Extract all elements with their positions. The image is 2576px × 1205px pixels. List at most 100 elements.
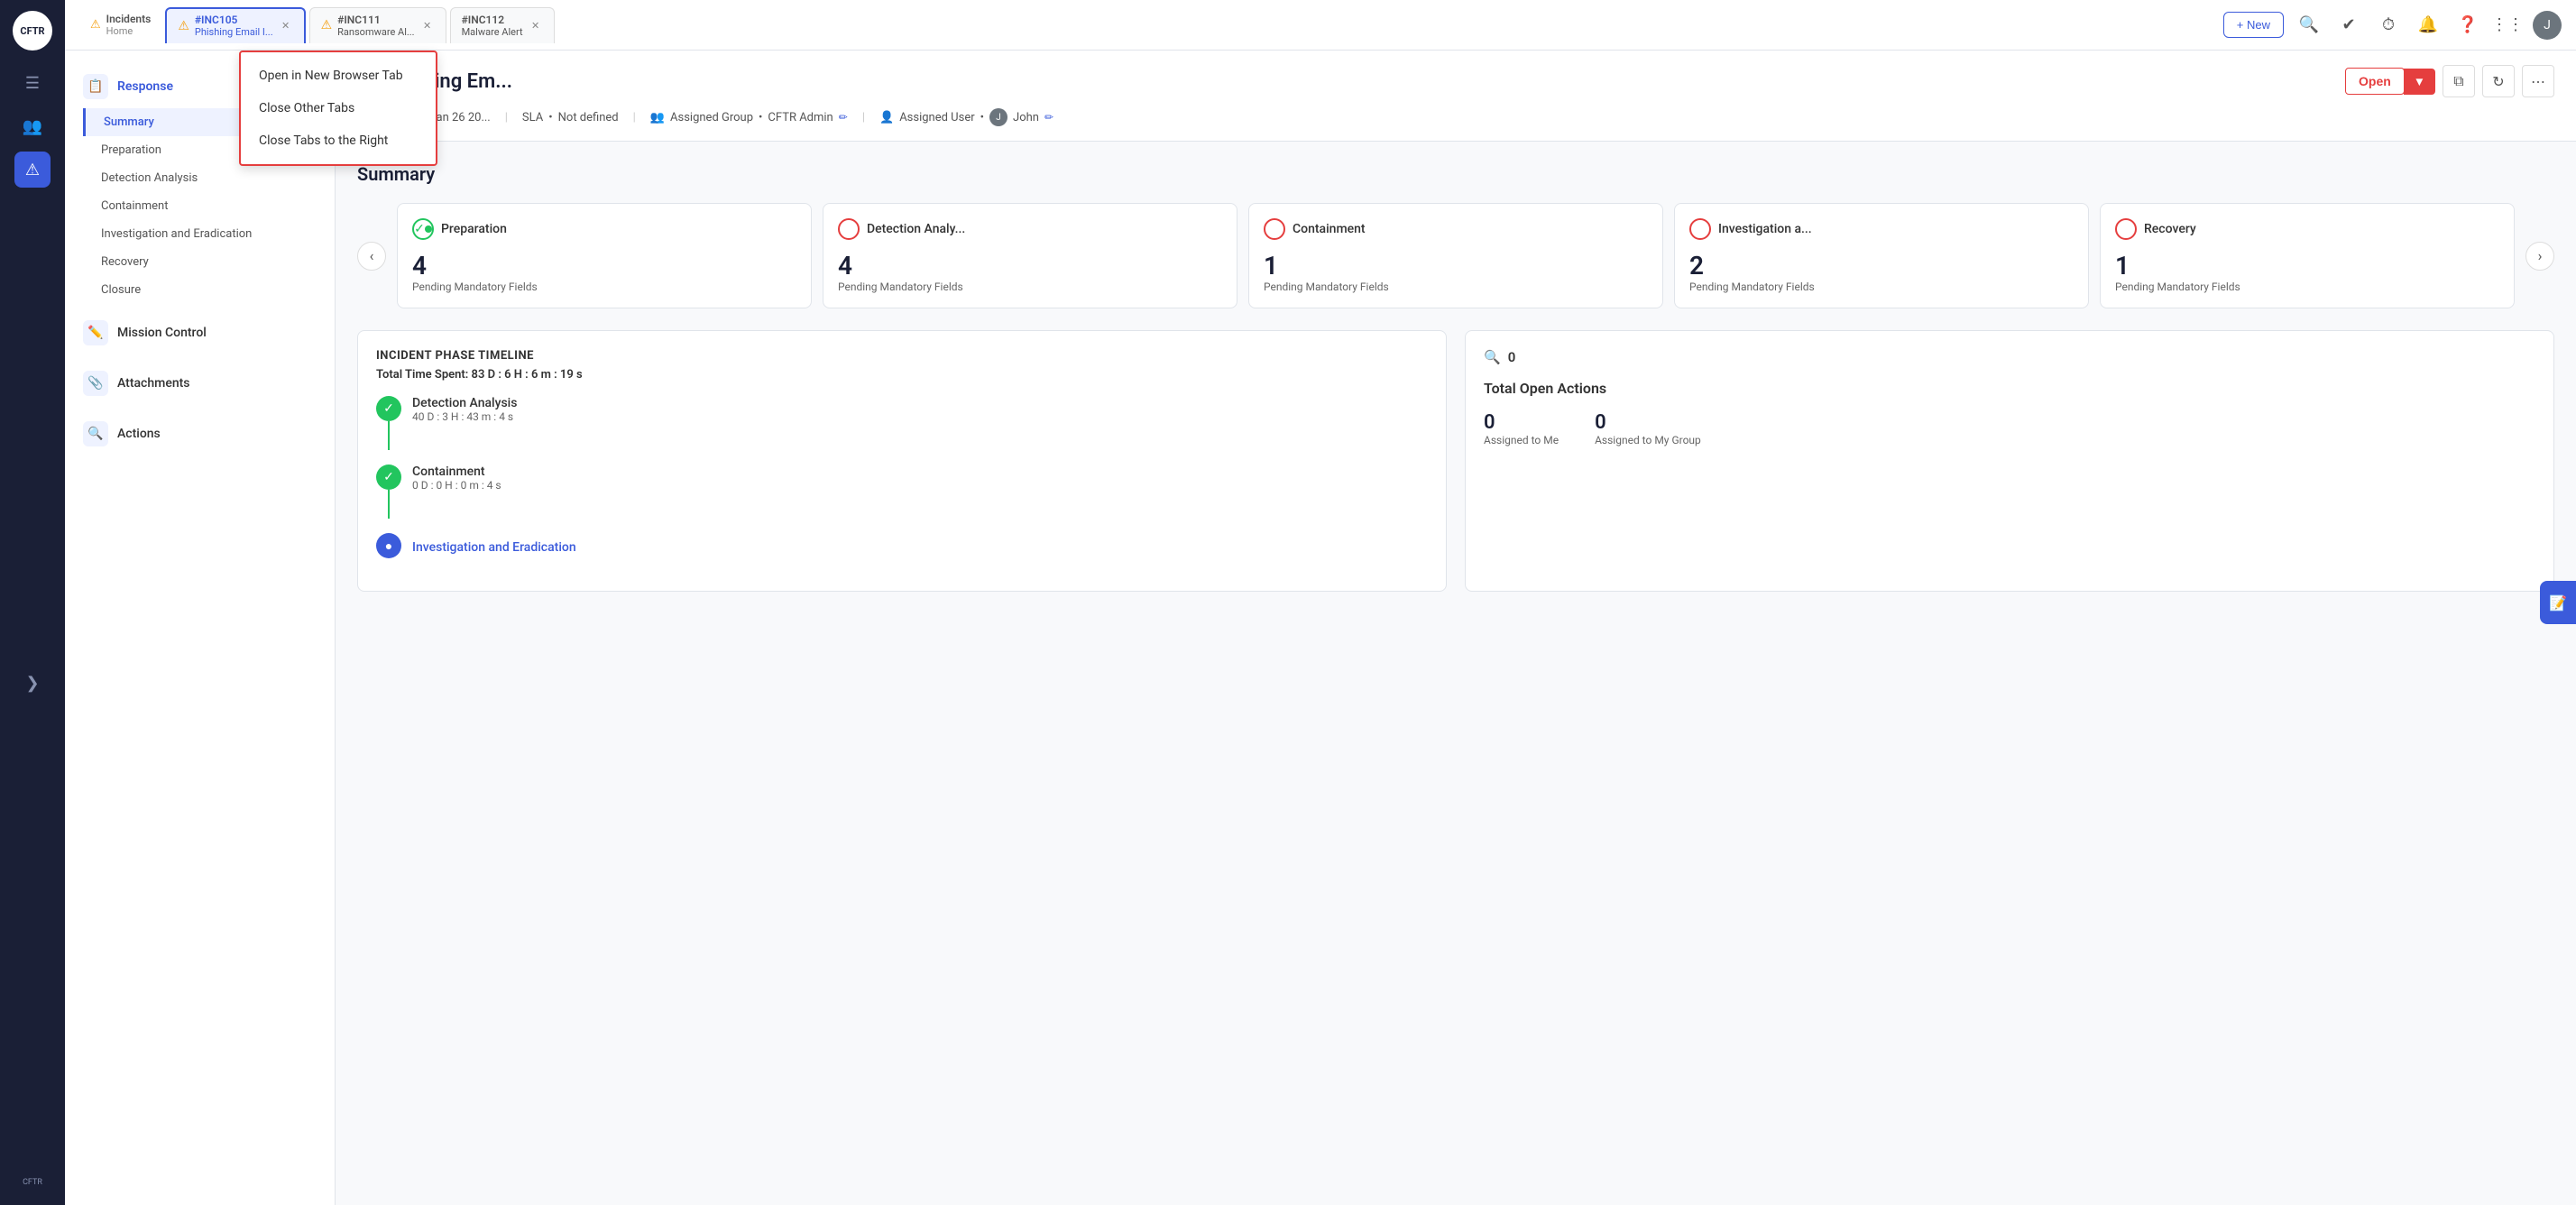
grid-icon[interactable]: ⋮⋮ (2493, 11, 2522, 40)
timeline-item-detection: ✓ Detection Analysis 40 D : 3 H : 43 m :… (376, 396, 1428, 450)
scroll-content: Summary ‹ ✓ Preparation 4 (336, 142, 2576, 1205)
meta-group-value: CFTR Admin (768, 111, 833, 124)
page-title: Phishing Em... (384, 70, 2334, 93)
phase-circle-investigation (1689, 218, 1711, 240)
assigned-to-group: 0 Assigned to My Group (1595, 411, 1701, 446)
timeline-title: INCIDENT PHASE TIMELINE (376, 349, 1428, 363)
phase-detection-label: Detection Analy... (867, 222, 965, 236)
nav-item-investigation[interactable]: Investigation and Eradication (83, 220, 335, 248)
tab-warning-icon: ⚠ (178, 19, 189, 33)
timeline-total-label: Total Time Spent: (376, 368, 468, 382)
meta-user-value: John (1013, 111, 1039, 124)
attachments-icon: 📎 (83, 371, 108, 396)
status-dropdown-button[interactable]: ▼ (2404, 69, 2435, 95)
check-icon[interactable]: ✔ (2334, 11, 2363, 40)
group-edit-icon[interactable]: ✏ (839, 111, 848, 124)
header-more-button[interactable]: ⋯ (2522, 65, 2554, 97)
tab-inc112-close[interactable]: ✕ (529, 18, 543, 32)
nav-response-label: Response (117, 79, 173, 94)
phase-recovery-label: Recovery (2144, 222, 2196, 236)
bottom-grid: INCIDENT PHASE TIMELINE Total Time Spent… (357, 330, 2554, 592)
tab-home-title: Incidents (106, 13, 152, 25)
phase-card-containment: Containment 1 Pending Mandatory Fields (1248, 203, 1663, 308)
carousel-next-button[interactable]: › (2525, 242, 2554, 271)
meta-assigned-user: 👤 Assigned User • J John ✏ (879, 108, 1053, 126)
phase-card-preparation-header: ✓ Preparation (412, 218, 796, 240)
timeline-detection-title: Detection Analysis (412, 396, 517, 410)
help-icon[interactable]: ❓ (2453, 11, 2482, 40)
timeline-containment-time: 0 D : 0 H : 0 m : 4 s (412, 479, 501, 492)
phase-recovery-count: 1 (2115, 251, 2499, 281)
meta-user-label: Assigned User (899, 111, 974, 124)
context-menu-close-other-tabs[interactable]: Close Other Tabs (241, 92, 436, 124)
actions-assigned-row: 0 Assigned to Me 0 Assigned to My Group (1484, 411, 2535, 446)
phase-card-recovery: Recovery 1 Pending Mandatory Fields (2100, 203, 2515, 308)
tab-inc105[interactable]: ⚠ #INC105 Phishing Email I... ✕ (165, 7, 305, 43)
nav-attachments-label: Attachments (117, 376, 189, 391)
timeline-total-value: 83 D : 6 H : 6 m : 19 s (472, 368, 583, 382)
page-sidebar: 📋 Response Summary Preparation Detection… (65, 51, 336, 1205)
tab-inc111-close[interactable]: ✕ (420, 18, 435, 32)
home-warning-icon: ⚠ (90, 18, 101, 32)
float-panel: 📝 (2540, 581, 2576, 624)
phase-card-recovery-header: Recovery (2115, 218, 2499, 240)
meta-sla-value: Not defined (558, 111, 619, 124)
sidebar-bottom-icon[interactable]: ❯ (14, 665, 51, 701)
nav-item-containment[interactable]: Containment (83, 192, 335, 220)
nav-mission-header[interactable]: ✏️ Mission Control (65, 311, 335, 354)
timeline-dot-detection: ✓ (376, 396, 401, 421)
tab-inc105-label: Phishing Email I... (195, 26, 273, 38)
nav-section-attachments: 📎 Attachments (65, 362, 335, 405)
tab-inc112[interactable]: #INC112 Malware Alert ✕ (450, 7, 555, 43)
sidebar-menu-icon[interactable]: ☰ (14, 65, 51, 101)
response-icon: 📋 (83, 74, 108, 99)
meta-row: 📅 Opened • Jan 26 20... | SLA • Not defi… (357, 108, 2554, 126)
user-avatar[interactable]: J (2533, 11, 2562, 40)
search-icon[interactable]: 🔍 (2295, 11, 2323, 40)
float-notes-icon[interactable]: 📝 (2544, 588, 2572, 617)
content-area: 📋 Response Summary Preparation Detection… (65, 51, 2576, 1205)
meta-sla-label: SLA (522, 111, 543, 124)
tab-home[interactable]: ⚠ Incidents Home (79, 7, 161, 43)
new-button[interactable]: + New (2223, 12, 2284, 38)
status-open-button[interactable]: Open (2345, 68, 2405, 95)
nav-attachments-header[interactable]: 📎 Attachments (65, 362, 335, 405)
tab-inc112-label: Malware Alert (462, 26, 523, 38)
context-menu-close-tabs-right[interactable]: Close Tabs to the Right (241, 124, 436, 157)
tab-inc105-id: #INC105 (195, 14, 273, 26)
nav-actions-header[interactable]: 🔍 Actions (65, 412, 335, 455)
timeline-total: Total Time Spent: 83 D : 6 H : 6 m : 19 … (376, 368, 1428, 382)
phase-detection-count: 4 (838, 251, 1222, 281)
tab-inc105-close[interactable]: ✕ (279, 19, 293, 33)
meta-sla: SLA • Not defined (522, 111, 619, 124)
carousel-prev-button[interactable]: ‹ (357, 242, 386, 271)
nav-item-detection-analysis[interactable]: Detection Analysis (83, 164, 335, 192)
nav-item-closure[interactable]: Closure (83, 276, 335, 304)
phase-card-detection: Detection Analy... 4 Pending Mandatory F… (823, 203, 1237, 308)
nav-item-recovery[interactable]: Recovery (83, 248, 335, 276)
user-edit-icon[interactable]: ✏ (1044, 111, 1053, 124)
timeline-dot-containment: ✓ (376, 465, 401, 490)
section-title: Summary (357, 163, 2554, 185)
tab-inc111[interactable]: ⚠ #INC111 Ransomware Al... ✕ (309, 7, 446, 43)
meta-user-dot: • (980, 111, 984, 124)
header-actions: Open ▼ ⧉ ↻ ⋯ (2345, 65, 2554, 97)
sidebar-alert-icon[interactable]: ⚠ (14, 152, 51, 188)
sidebar-people-icon[interactable]: 👥 (14, 108, 51, 144)
phase-investigation-label: Investigation a... (1718, 222, 1812, 236)
timeline-content-containment: Containment 0 D : 0 H : 0 m : 4 s (412, 465, 501, 492)
bell-icon[interactable]: 🔔 (2414, 11, 2443, 40)
actions-section-icon: 🔍 (1484, 349, 1501, 365)
actions-total-label: 0 (1508, 349, 1516, 365)
app-logo: CFTR (13, 11, 52, 51)
header-copy-button[interactable]: ⧉ (2443, 65, 2475, 97)
timer-icon[interactable]: ⏱ (2374, 11, 2403, 40)
meta-sep-2: | (633, 111, 636, 124)
phase-circle-detection (838, 218, 860, 240)
context-menu-open-new-tab[interactable]: Open in New Browser Tab (241, 60, 436, 92)
tab-home-sublabel: Home (106, 25, 152, 37)
phase-preparation-count: 4 (412, 251, 796, 281)
header-refresh-button[interactable]: ↻ (2482, 65, 2515, 97)
timeline-investigation-title: Investigation and Eradication (412, 540, 576, 555)
page-header: ← Phishing Em... Open ▼ ⧉ ↻ ⋯ (336, 51, 2576, 142)
